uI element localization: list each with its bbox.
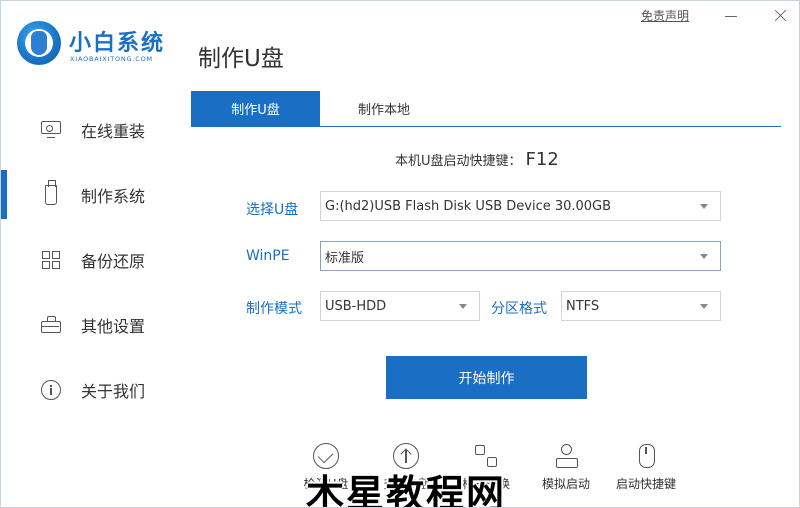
usb-drive-icon <box>45 179 57 205</box>
boot-shortcut-info: 本机U盘启动快捷键： F12 <box>395 149 559 170</box>
sidebar-item-label: 备份还原 <box>81 251 146 271</box>
brand-logo: 小白系统 XIAOBAIXITONG.COM <box>17 21 177 69</box>
tab-make-usb[interactable]: 制作U盘 <box>191 91 320 126</box>
watermark: 木星教程网 <box>306 472 507 508</box>
shortcut-key: F12 <box>525 149 559 170</box>
usb-select-label: 选择U盘 <box>246 202 299 218</box>
grid-icon <box>41 250 61 270</box>
sidebar-item-other-settings[interactable]: 其他设置 <box>1 292 181 357</box>
start-make-button[interactable]: 开始制作 <box>386 356 587 399</box>
tab-bar: 制作U盘 制作本地 <box>191 91 781 127</box>
logo-icon <box>17 21 61 65</box>
sidebar-item-label: 其他设置 <box>81 316 146 336</box>
page-title: 制作U盘 <box>198 46 284 72</box>
tool-label: 模拟启动 <box>541 477 590 491</box>
mouse-icon <box>633 443 659 469</box>
chevron-down-icon <box>700 204 708 209</box>
sidebar-item-backup-restore[interactable]: 备份还原 <box>1 227 181 292</box>
sidebar-item-label: 制作系统 <box>81 186 146 206</box>
window-controls: 免责声明 <box>641 7 787 24</box>
sidebar-item-label: 在线重装 <box>81 121 146 141</box>
app-window: 小白系统 XIAOBAIXITONG.COM 制作U盘 免责声明 在线重装 制作… <box>0 0 800 508</box>
disclaimer-link[interactable]: 免责声明 <box>641 7 689 24</box>
chevron-down-icon <box>700 304 708 309</box>
usb-select-value: G:(hd2)USB Flash Disk USB Device 30.00GB <box>325 198 612 214</box>
brand-subtitle: XIAOBAIXITONG.COM <box>70 55 153 63</box>
winpe-select[interactable]: 标准版 <box>320 241 721 271</box>
sidebar-item-make-system[interactable]: 制作系统 <box>1 162 181 227</box>
winpe-select-value: 标准版 <box>325 250 365 266</box>
mode-select[interactable]: USB-HDD <box>320 291 480 321</box>
tool-label: 启动快捷键 <box>615 477 676 491</box>
mode-label: 制作模式 <box>246 301 302 317</box>
chevron-down-icon <box>700 254 708 259</box>
tool-boot-shortcut[interactable]: 启动快捷键 <box>606 443 686 492</box>
close-icon[interactable] <box>773 9 787 23</box>
partition-select-value: NTFS <box>566 298 600 314</box>
mode-select-value: USB-HDD <box>325 298 387 314</box>
monitor-icon <box>41 121 61 138</box>
briefcase-icon <box>41 315 61 333</box>
sidebar: 在线重装 制作系统 备份还原 其他设置 关于我们 <box>1 97 181 422</box>
minimize-icon[interactable] <box>723 9 739 23</box>
winpe-label: WinPE <box>246 248 290 264</box>
simulate-boot-icon <box>553 443 579 469</box>
tool-simulate-boot[interactable]: 模拟启动 <box>526 443 606 492</box>
info-icon <box>41 379 61 400</box>
brand-name: 小白系统 <box>69 31 166 56</box>
sidebar-item-label: 关于我们 <box>81 381 146 401</box>
tab-make-local[interactable]: 制作本地 <box>320 91 448 126</box>
partition-select[interactable]: NTFS <box>561 291 721 321</box>
chevron-down-icon <box>459 304 467 309</box>
partition-label: 分区格式 <box>491 301 547 317</box>
sidebar-item-online-reinstall[interactable]: 在线重装 <box>1 97 181 162</box>
sidebar-item-about-us[interactable]: 关于我们 <box>1 357 181 422</box>
shortcut-label: 本机U盘启动快捷键： <box>395 154 522 169</box>
usb-select[interactable]: G:(hd2)USB Flash Disk USB Device 30.00GB <box>320 191 721 221</box>
